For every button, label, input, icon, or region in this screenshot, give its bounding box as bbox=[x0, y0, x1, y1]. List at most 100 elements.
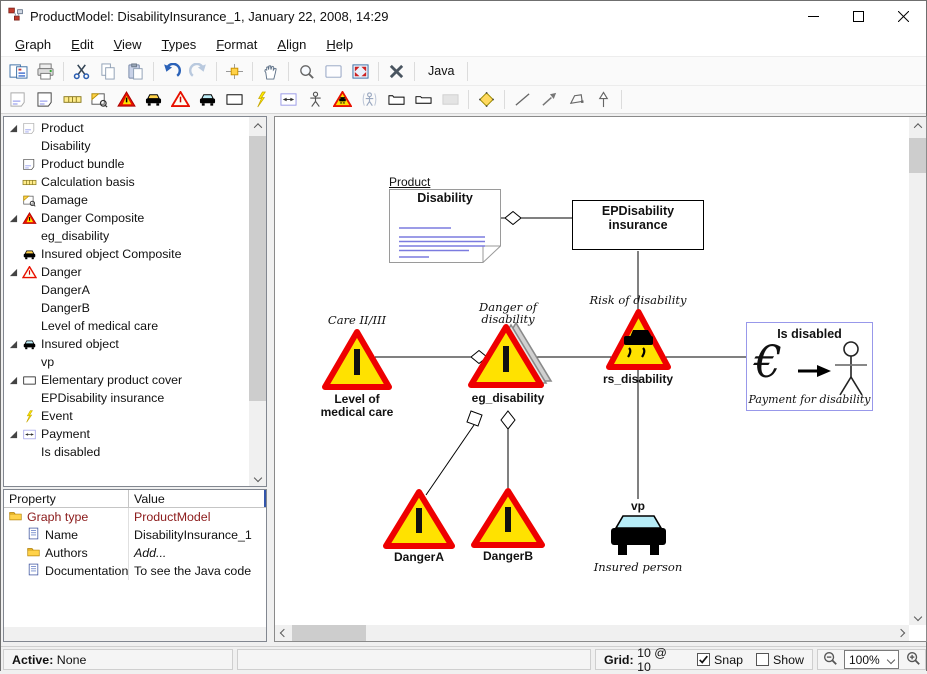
dangerA-triangle[interactable] bbox=[382, 488, 456, 555]
is-disabled-box[interactable]: Is disabled € Payment for disability bbox=[746, 322, 873, 411]
scroll-thumb[interactable] bbox=[909, 138, 926, 173]
note-pale-icon[interactable] bbox=[5, 88, 32, 112]
column-header-property[interactable]: Property bbox=[4, 490, 129, 507]
scroll-thumb[interactable] bbox=[292, 625, 366, 641]
property-value[interactable]: DisabilityInsurance_1 bbox=[129, 528, 266, 542]
snap-checkbox[interactable] bbox=[697, 653, 710, 666]
eg-disability-triangle[interactable] bbox=[468, 322, 556, 395]
canvas-vscrollbar[interactable] bbox=[909, 117, 926, 625]
tree-item-calculation-basis[interactable]: Calculation basis bbox=[4, 173, 249, 191]
zoom-icon[interactable] bbox=[293, 59, 320, 83]
rs-disability-triangle[interactable] bbox=[605, 308, 672, 376]
hand-icon[interactable] bbox=[257, 59, 284, 83]
gray-rect-icon[interactable] bbox=[437, 88, 464, 112]
show-checkbox[interactable] bbox=[756, 653, 769, 666]
level-of-medical-care-triangle[interactable] bbox=[321, 328, 393, 396]
line-icon[interactable] bbox=[509, 88, 536, 112]
scroll-down-button[interactable] bbox=[249, 469, 266, 486]
property-row-authors[interactable]: AuthorsAdd... bbox=[4, 544, 266, 562]
tree-item-vp[interactable]: vp bbox=[4, 353, 249, 371]
tree-item-event[interactable]: Event bbox=[4, 407, 249, 425]
property-value[interactable]: To see the Java code bbox=[129, 564, 266, 578]
tree-item-eg-disability[interactable]: eg_disability bbox=[4, 227, 249, 245]
property-value[interactable]: Add... bbox=[129, 546, 266, 560]
property-value[interactable]: ProductModel bbox=[129, 510, 266, 524]
expander-icon[interactable] bbox=[7, 214, 20, 223]
property-row-name[interactable]: NameDisabilityInsurance_1 bbox=[4, 526, 266, 544]
tree-scrollbar[interactable] bbox=[249, 117, 266, 486]
polygon-icon[interactable] bbox=[563, 88, 590, 112]
zoom-in-icon[interactable] bbox=[905, 650, 921, 669]
tree-item-product-bundle[interactable]: Product bundle bbox=[4, 155, 249, 173]
zoom-level-select[interactable]: 100% bbox=[844, 650, 899, 669]
tree-item-danger[interactable]: Danger bbox=[4, 263, 249, 281]
scroll-left-button[interactable] bbox=[275, 625, 292, 641]
tree-item-danger-composite[interactable]: Danger Composite bbox=[4, 209, 249, 227]
show-toggle[interactable]: Show bbox=[756, 653, 804, 667]
product-note[interactable]: Disability bbox=[389, 189, 501, 263]
redo-icon[interactable] bbox=[185, 59, 212, 83]
undo-icon[interactable] bbox=[158, 59, 185, 83]
tri-car-icon[interactable] bbox=[329, 88, 356, 112]
vp-car[interactable] bbox=[610, 515, 667, 562]
scroll-thumb[interactable] bbox=[249, 136, 266, 401]
tree-item-payment[interactable]: Payment bbox=[4, 425, 249, 443]
menu-align[interactable]: Align bbox=[267, 34, 316, 55]
minimize-button[interactable] bbox=[791, 1, 836, 32]
menu-edit[interactable]: Edit bbox=[61, 34, 103, 55]
menu-format[interactable]: Format bbox=[206, 34, 267, 55]
car-yellow-icon[interactable] bbox=[140, 88, 167, 112]
menu-view[interactable]: View bbox=[104, 34, 152, 55]
scroll-down-button[interactable] bbox=[909, 608, 926, 625]
zoom-out-icon[interactable] bbox=[822, 650, 838, 669]
arrow-icon[interactable] bbox=[536, 88, 563, 112]
menu-types[interactable]: Types bbox=[152, 34, 207, 55]
damage-icon[interactable] bbox=[86, 88, 113, 112]
person-icon[interactable] bbox=[302, 88, 329, 112]
expander-icon[interactable] bbox=[7, 430, 20, 439]
gen-arrow-icon[interactable] bbox=[590, 88, 617, 112]
diagram-canvas[interactable]: Product Disability EPDisability insuranc… bbox=[274, 116, 927, 642]
expander-icon[interactable] bbox=[7, 124, 20, 133]
scroll-right-button[interactable] bbox=[892, 625, 909, 641]
titlebar[interactable]: ProductModel: DisabilityInsurance_1, Jan… bbox=[1, 1, 926, 32]
menu-help[interactable]: Help bbox=[316, 34, 363, 55]
cut-icon[interactable] bbox=[68, 59, 95, 83]
tri-filled-icon[interactable] bbox=[113, 88, 140, 112]
tree-item-damage[interactable]: Damage bbox=[4, 191, 249, 209]
copy-icon[interactable] bbox=[95, 59, 122, 83]
tree-item-insured-object-composite[interactable]: Insured object Composite bbox=[4, 245, 249, 263]
expander-icon[interactable] bbox=[7, 376, 20, 385]
maximize-button[interactable] bbox=[836, 1, 881, 32]
expander-icon[interactable] bbox=[7, 340, 20, 349]
scroll-up-button[interactable] bbox=[249, 117, 266, 134]
snap-toggle[interactable]: Snap bbox=[697, 653, 743, 667]
tree-item-dangera[interactable]: DangerA bbox=[4, 281, 249, 299]
note-icon[interactable] bbox=[32, 88, 59, 112]
diamond-icon[interactable] bbox=[473, 88, 500, 112]
paste-icon[interactable] bbox=[122, 59, 149, 83]
dangerB-triangle[interactable] bbox=[470, 487, 546, 554]
tree-item-epdisability-insurance[interactable]: EPDisability insurance bbox=[4, 389, 249, 407]
rect-icon[interactable] bbox=[221, 88, 248, 112]
delete-icon[interactable] bbox=[383, 59, 410, 83]
center-icon[interactable] bbox=[221, 59, 248, 83]
canvas-hscrollbar[interactable] bbox=[275, 625, 909, 641]
ep-disability-insurance-box[interactable]: EPDisability insurance bbox=[572, 200, 704, 250]
expander-icon[interactable] bbox=[7, 268, 20, 277]
fit-icon[interactable] bbox=[347, 59, 374, 83]
tree-item-is-disabled[interactable]: Is disabled bbox=[4, 443, 249, 461]
property-row-graph-type[interactable]: Graph typeProductModel bbox=[4, 508, 266, 526]
car-cyan-icon[interactable] bbox=[194, 88, 221, 112]
report-icon[interactable] bbox=[5, 59, 32, 83]
ruler-icon[interactable] bbox=[59, 88, 86, 112]
tree-item-elementary-product-cover[interactable]: Elementary product cover bbox=[4, 371, 249, 389]
tree-item-disability[interactable]: Disability bbox=[4, 137, 249, 155]
tree-item-dangerb[interactable]: DangerB bbox=[4, 299, 249, 317]
column-header-value[interactable]: Value bbox=[129, 490, 266, 507]
tree-item-product[interactable]: Product bbox=[4, 119, 249, 137]
menu-graph[interactable]: Graph bbox=[5, 34, 61, 55]
tab-rect-icon[interactable] bbox=[383, 88, 410, 112]
property-row-documentation[interactable]: DocumentationTo see the Java code bbox=[4, 562, 266, 580]
scroll-up-button[interactable] bbox=[909, 117, 926, 134]
